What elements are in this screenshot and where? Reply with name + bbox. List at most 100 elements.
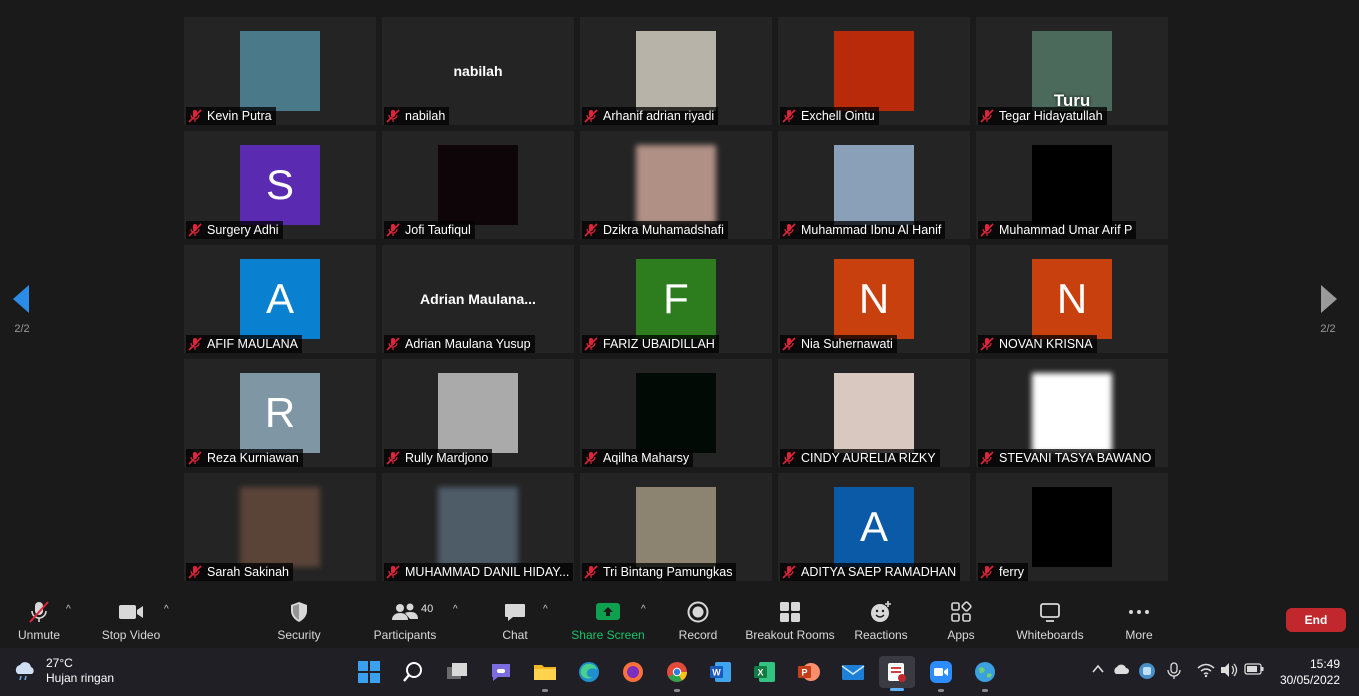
- task-view-button[interactable]: [443, 658, 471, 686]
- powerpoint-icon: P: [798, 663, 820, 681]
- chat-button[interactable]: Chat: [496, 600, 534, 642]
- cloud-icon[interactable]: [1112, 662, 1130, 676]
- show-hidden-icons[interactable]: [1091, 662, 1105, 679]
- reactions-button[interactable]: Reactions: [852, 600, 910, 642]
- participant-name-label: nabilah: [384, 107, 450, 125]
- mic-muted-icon: [584, 565, 598, 579]
- firefox-app[interactable]: [619, 658, 647, 686]
- audio-options-caret[interactable]: ^: [66, 604, 71, 615]
- onedrive-tray[interactable]: [1112, 662, 1130, 679]
- participant-name: FARIZ UBAIDILLAH: [603, 337, 715, 351]
- cat-meme-image: Turu: [1032, 31, 1112, 111]
- breakout-rooms-button[interactable]: Breakout Rooms: [744, 600, 836, 642]
- edge-app[interactable]: [575, 658, 603, 686]
- battery-icon[interactable]: [1244, 662, 1264, 676]
- participant-tile[interactable]: Kevin Putra: [184, 17, 376, 125]
- microphone-icon[interactable]: [1167, 662, 1181, 680]
- weather-widget[interactable]: 27°C Hujan ringan: [12, 656, 114, 686]
- video-options-caret[interactable]: ^: [164, 604, 169, 615]
- file-explorer-app[interactable]: [531, 658, 559, 692]
- participant-name: STEVANI TASYA BAWANO: [999, 451, 1152, 465]
- app-tray-icon[interactable]: [1138, 662, 1156, 683]
- participant-tile[interactable]: Jofi Taufiqul: [382, 131, 574, 239]
- zoom-app[interactable]: [927, 658, 955, 692]
- chevron-up-icon[interactable]: [1091, 662, 1105, 676]
- whiteboards-button[interactable]: Whiteboards: [1012, 600, 1088, 642]
- wifi-icon[interactable]: [1197, 662, 1215, 678]
- chat-options-caret[interactable]: ^: [543, 604, 548, 615]
- mic-muted-icon: [188, 565, 202, 579]
- clock-time: 15:49: [1309, 657, 1340, 671]
- reactions-label: Reactions: [854, 628, 908, 642]
- participants-options-caret[interactable]: ^: [453, 604, 458, 615]
- mail-app[interactable]: [839, 658, 867, 686]
- security-button[interactable]: Security: [274, 600, 324, 642]
- microphone-tray[interactable]: [1167, 662, 1181, 683]
- participant-tile[interactable]: A AFIF MAULANA: [184, 245, 376, 353]
- participant-tile[interactable]: A ADITYA SAEP RAMADHAN: [778, 473, 970, 581]
- battery-tray[interactable]: [1244, 662, 1264, 679]
- participant-tile[interactable]: ferry: [976, 473, 1168, 581]
- system-clock[interactable]: 15:49 30/05/2022: [1270, 656, 1340, 688]
- mic-muted-icon: [386, 223, 400, 237]
- participant-tile[interactable]: Muhammad Ibnu Al Hanif: [778, 131, 970, 239]
- participant-tile[interactable]: Arhanif adrian riyadi: [580, 17, 772, 125]
- unmute-button[interactable]: Unmute: [14, 600, 64, 642]
- wifi-tray[interactable]: [1197, 662, 1215, 681]
- maps-app[interactable]: [971, 658, 999, 692]
- taskbar-search[interactable]: [399, 658, 427, 686]
- participant-tile[interactable]: MUHAMMAD DANIL HIDAY...: [382, 473, 574, 581]
- gallery-view: 2/2 2/2 Kevin Putra nabilah nabilah Arhanif…: [0, 0, 1359, 596]
- end-meeting-button[interactable]: End: [1286, 608, 1346, 632]
- participant-tile[interactable]: CINDY AURELIA RIZKY: [778, 359, 970, 467]
- start-button[interactable]: [355, 658, 383, 686]
- participant-tile[interactable]: STEVANI TASYA BAWANO: [976, 359, 1168, 467]
- stop-video-button[interactable]: Stop Video: [98, 600, 164, 642]
- participant-name: MUHAMMAD DANIL HIDAY...: [405, 565, 570, 579]
- participant-tile[interactable]: N NOVAN KRISNA: [976, 245, 1168, 353]
- share-screen-button[interactable]: Share Screen: [570, 600, 646, 642]
- mic-muted-icon: [782, 451, 796, 465]
- participant-tile[interactable]: Aqilha Maharsy: [580, 359, 772, 467]
- participant-avatar: S: [240, 145, 320, 225]
- word-app[interactable]: W: [707, 658, 735, 686]
- teams-chat-app[interactable]: [487, 658, 515, 686]
- participant-tile[interactable]: R Reza Kurniawan: [184, 359, 376, 467]
- left-arrow-icon[interactable]: [13, 285, 31, 313]
- participant-tile[interactable]: nabilah nabilah: [382, 17, 574, 125]
- record-button[interactable]: Record: [676, 600, 720, 642]
- chrome-app[interactable]: [663, 658, 691, 692]
- anime-portrait-image: [240, 31, 320, 111]
- excel-app[interactable]: X: [751, 658, 779, 686]
- share-options-caret[interactable]: ^: [641, 604, 646, 615]
- right-arrow-icon[interactable]: [1319, 285, 1337, 313]
- participant-name-label: Surgery Adhi: [186, 221, 283, 239]
- participant-tile[interactable]: Tri Bintang Pamungkas: [580, 473, 772, 581]
- participant-tile[interactable]: Exchell Ointu: [778, 17, 970, 125]
- prev-page[interactable]: 2/2: [2, 285, 42, 335]
- record-label: Record: [678, 628, 718, 642]
- apps-button[interactable]: Apps: [942, 600, 980, 642]
- participant-tile[interactable]: N Nia Suhernawati: [778, 245, 970, 353]
- volume-tray[interactable]: [1220, 662, 1238, 681]
- participant-tile[interactable]: Rully Mardjono: [382, 359, 574, 467]
- tray-app-icon[interactable]: [1138, 662, 1156, 680]
- participant-tile[interactable]: Muhammad Umar Arif P: [976, 131, 1168, 239]
- mic-muted-icon: [386, 337, 400, 351]
- participant-tile[interactable]: F FARIZ UBAIDILLAH: [580, 245, 772, 353]
- video-camera-icon: [119, 605, 143, 619]
- participant-tile[interactable]: S Surgery Adhi: [184, 131, 376, 239]
- participant-tile[interactable]: Sarah Sakinah: [184, 473, 376, 581]
- speaker-icon[interactable]: [1220, 662, 1238, 678]
- participant-tile[interactable]: Adrian Maulana... Adrian Maulana Yusup: [382, 245, 574, 353]
- mic-muted-icon: [188, 109, 202, 123]
- participant-tile[interactable]: Turu Tegar Hidayatullah: [976, 17, 1168, 125]
- snipping-tool-app[interactable]: [879, 656, 915, 691]
- next-page[interactable]: 2/2: [1308, 285, 1348, 335]
- participant-tile[interactable]: Dzikra Muhamadshafi: [580, 131, 772, 239]
- fire-flower-image: [834, 31, 914, 111]
- avatar-initial: N: [1056, 275, 1088, 322]
- more-button[interactable]: More: [1122, 600, 1156, 642]
- avatar-initial: A: [265, 275, 294, 322]
- powerpoint-app[interactable]: P: [795, 658, 823, 686]
